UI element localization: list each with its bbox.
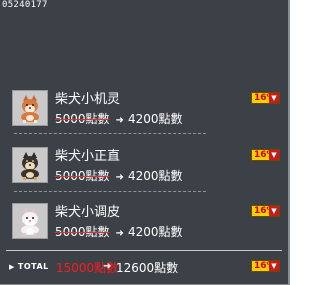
triangle-right-icon: ▶ xyxy=(9,263,15,271)
shiba-black-pet-icon xyxy=(12,147,48,183)
down-arrow-icon: ▼ xyxy=(269,206,279,216)
shiba-orange-pet-icon xyxy=(12,90,48,126)
old-price: 5000點數 xyxy=(55,169,110,183)
discount-badge: 16% ▼ xyxy=(251,92,280,104)
price-line: 5000點數 ➜ 4200點數 xyxy=(55,224,183,239)
list-item: 柴犬小机灵 5000點數 ➜ 4200點數 16% ▼ xyxy=(0,90,290,134)
item-divider xyxy=(14,133,206,134)
arrow-right-icon: ➜ xyxy=(103,261,112,272)
discount-badge: 16% ▼ xyxy=(251,149,280,161)
down-arrow-icon: ▼ xyxy=(269,150,279,160)
total-divider xyxy=(6,250,282,251)
list-item: 柴犬小正直 5000點數 ➜ 4200點數 16% ▼ xyxy=(0,147,290,191)
shiba-white-pet-icon xyxy=(12,203,48,239)
package-panel: 05240177 柴犬小机灵 5000點數 ➜ 4200點數 16% ▼ 柴犬小… xyxy=(0,0,290,285)
total-label: ▶ TOTAL xyxy=(9,262,49,271)
total-discount-badge: 16% ▼ xyxy=(251,260,280,272)
item-name: 柴犬小机灵 xyxy=(55,92,121,107)
down-arrow-icon: ▼ xyxy=(269,93,279,103)
total-label-text: TOTAL xyxy=(17,262,49,271)
item-divider xyxy=(14,191,206,192)
new-price: 4200點數 xyxy=(127,112,183,126)
arrow-right-icon: ➜ xyxy=(115,172,124,183)
total-new-price: 12600點數 xyxy=(116,261,179,275)
old-price: 5000點數 xyxy=(55,112,110,126)
item-name: 柴犬小调皮 xyxy=(55,205,121,220)
arrow-right-icon: ➜ xyxy=(115,228,124,239)
list-item: 柴犬小调皮 5000點數 ➜ 4200點數 16% ▼ xyxy=(0,203,290,247)
down-arrow-icon: ▼ xyxy=(269,261,279,271)
new-price: 4200點數 xyxy=(127,225,183,239)
price-line: 5000點數 ➜ 4200點數 xyxy=(55,168,183,183)
item-name: 柴犬小正直 xyxy=(55,149,121,164)
price-line: 5000點數 ➜ 4200點數 xyxy=(55,111,183,126)
arrow-right-icon: ➜ xyxy=(115,115,124,126)
new-price: 4200點數 xyxy=(127,169,183,183)
discount-badge: 16% ▼ xyxy=(251,205,280,217)
old-price: 5000點數 xyxy=(55,225,110,239)
item-code: 05240177 xyxy=(2,0,48,10)
